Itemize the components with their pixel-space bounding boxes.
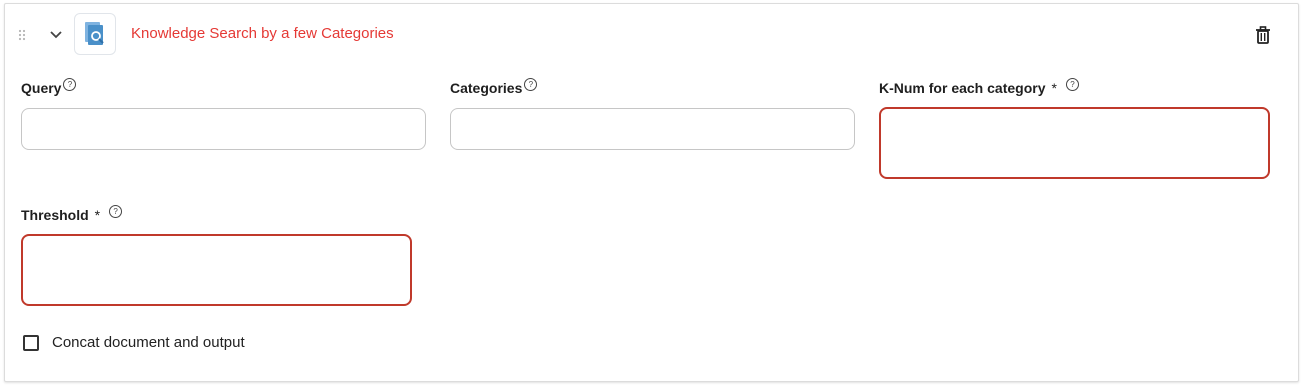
categories-label: Categories ? [450, 77, 538, 96]
categories-label-text: Categories [450, 80, 523, 96]
help-icon[interactable]: ? [524, 77, 538, 91]
required-asterisk: * [1051, 80, 1057, 96]
threshold-input[interactable] [21, 234, 412, 306]
help-icon[interactable]: ? [63, 77, 77, 91]
knum-label-text: K-Num for each category [879, 80, 1046, 96]
query-label: Query ? [21, 77, 77, 96]
node-title: Knowledge Search by a few Categories [131, 25, 394, 42]
categories-input[interactable] [450, 108, 855, 150]
query-label-text: Query [21, 80, 62, 96]
threshold-label: Threshold * ? [21, 204, 123, 223]
knowledge-search-icon [74, 13, 116, 55]
trash-icon[interactable] [1253, 25, 1273, 45]
knum-input[interactable] [879, 107, 1270, 179]
query-input[interactable] [21, 108, 426, 150]
required-asterisk: * [94, 207, 101, 223]
concat-checkbox-label[interactable]: Concat document and output [52, 334, 245, 351]
knum-label: K-Num for each category * ? [879, 77, 1079, 96]
threshold-label-text: Threshold [21, 207, 89, 223]
help-icon[interactable]: ? [109, 204, 123, 218]
chevron-down-icon[interactable] [47, 27, 65, 43]
node-card [4, 3, 1299, 382]
help-icon[interactable]: ? [1065, 77, 1079, 91]
concat-checkbox[interactable] [23, 335, 39, 351]
drag-handle-icon[interactable] [18, 29, 28, 41]
